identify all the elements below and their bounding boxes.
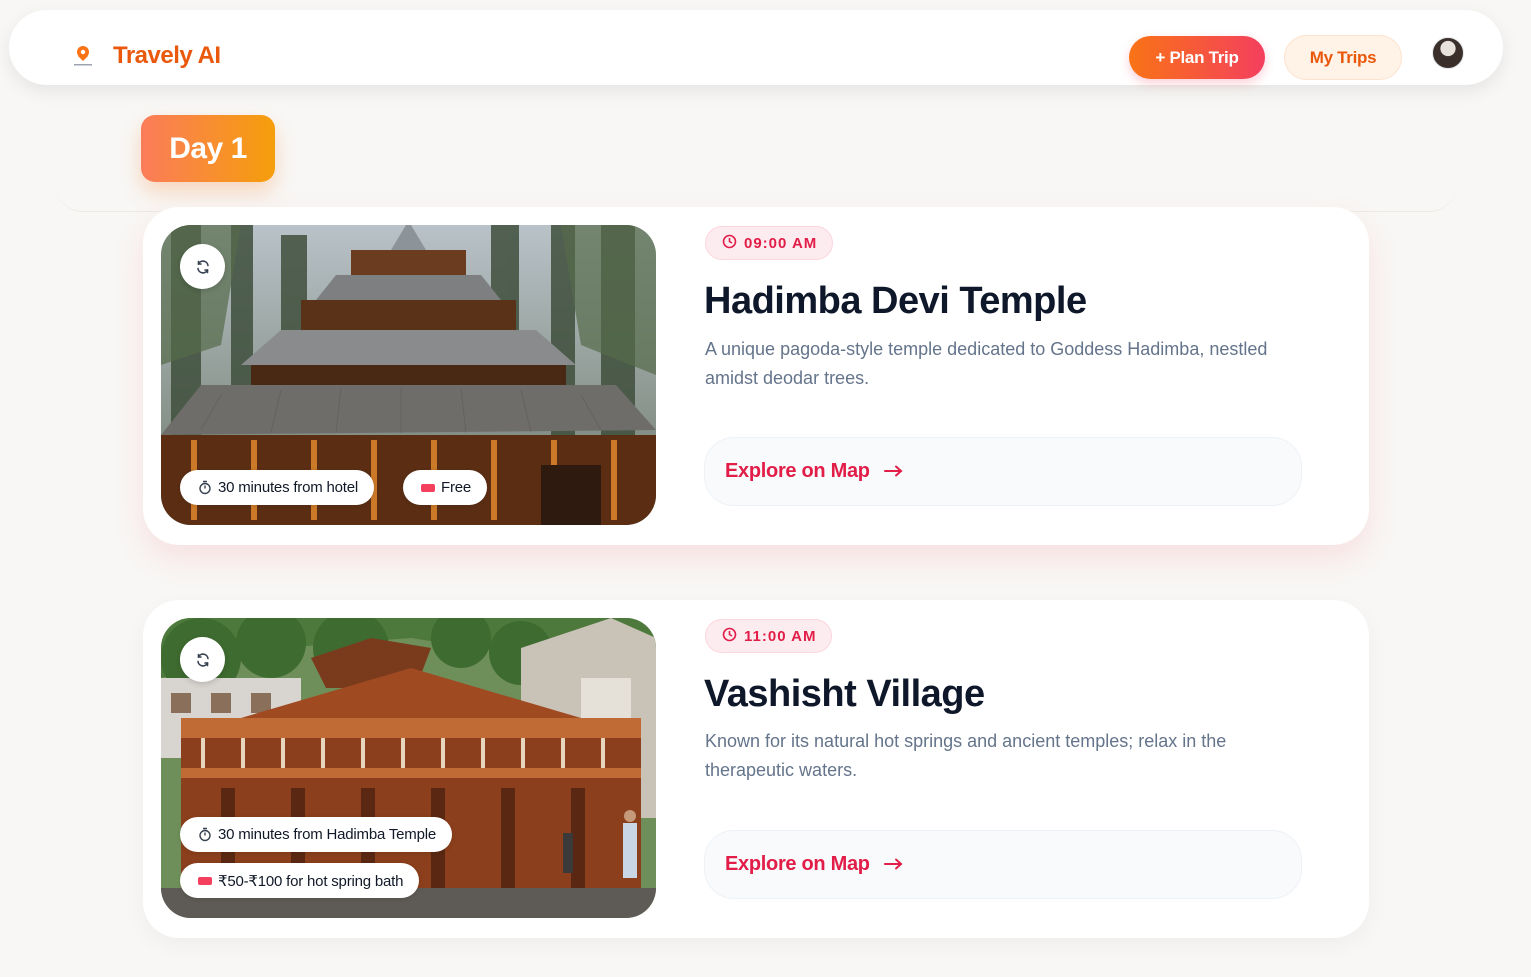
clock-icon [722, 627, 737, 646]
brand-name[interactable]: Travely AI [113, 42, 221, 70]
arrow-right-icon [883, 853, 904, 876]
ticket-icon [421, 483, 435, 493]
explore-on-map-button[interactable]: Explore on Map [704, 830, 1302, 899]
cost-label: Free [441, 479, 472, 496]
travel-time-label: 30 minutes from Hadimba Temple [218, 826, 436, 843]
travel-time-tag: 30 minutes from Hadimba Temple [180, 817, 452, 852]
top-navbar: Travely AI + Plan Trip My Trips [9, 10, 1503, 85]
travel-time-label: 30 minutes from hotel [218, 479, 359, 496]
activity-photo: 30 minutes from Hadimba Temple ₹50-₹100 … [161, 618, 656, 918]
activity-photo: 30 minutes from hotel Free [161, 225, 656, 525]
activity-card: 30 minutes from hotel Free 09:00 AM Hadi… [143, 207, 1369, 545]
time-label: 11:00 AM [744, 627, 817, 645]
arrow-right-icon [883, 460, 904, 483]
refresh-icon [195, 259, 211, 275]
cost-tag: ₹50-₹100 for hot spring bath [180, 863, 420, 898]
explore-on-map-button[interactable]: Explore on Map [704, 437, 1302, 506]
stopwatch-icon [198, 480, 212, 495]
plan-trip-button[interactable]: + Plan Trip [1129, 36, 1265, 79]
time-badge: 09:00 AM [705, 226, 834, 260]
explore-map-label: Explore on Map [725, 460, 870, 482]
place-title: Vashisht Village [704, 673, 985, 715]
time-badge: 11:00 AM [705, 619, 833, 653]
refresh-image-button[interactable] [180, 637, 225, 682]
clock-icon [722, 234, 737, 253]
activity-card: 30 minutes from Hadimba Temple ₹50-₹100 … [143, 600, 1369, 938]
time-label: 09:00 AM [744, 234, 818, 252]
logo-icon[interactable] [71, 44, 95, 70]
refresh-image-button[interactable] [180, 244, 225, 289]
place-title: Hadimba Devi Temple [704, 280, 1087, 322]
place-description: Known for its natural hot springs and an… [705, 731, 1227, 780]
travel-time-tag: 30 minutes from hotel [180, 470, 375, 505]
day-label: Day 1 [141, 115, 275, 182]
ticket-icon [198, 876, 212, 886]
place-description: A unique pagoda-style temple dedicated t… [705, 339, 1268, 388]
cost-tag: Free [403, 470, 488, 505]
avatar[interactable] [1432, 37, 1464, 69]
refresh-icon [195, 652, 211, 668]
my-trips-button[interactable]: My Trips [1284, 35, 1402, 80]
explore-map-label: Explore on Map [725, 853, 870, 875]
stopwatch-icon [198, 827, 212, 842]
cost-label: ₹50-₹100 for hot spring bath [218, 872, 404, 890]
